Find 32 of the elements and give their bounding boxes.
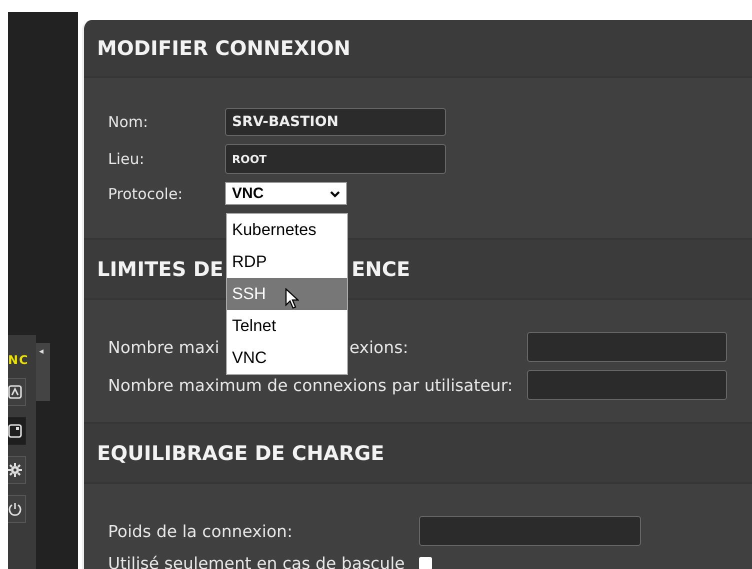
power-icon: [8, 501, 23, 517]
dropdown-option[interactable]: Telnet: [227, 310, 347, 342]
section-title: ENCE: [351, 257, 410, 281]
text-field[interactable]: ROOT: [225, 144, 446, 174]
checkbox[interactable]: [418, 557, 432, 569]
text-field[interactable]: SRV-BASTION: [225, 108, 446, 136]
protocol-select[interactable]: VNC: [225, 182, 347, 205]
text-field[interactable]: [526, 332, 727, 362]
field-label: Lieu:: [108, 150, 146, 168]
text-field[interactable]: [418, 516, 641, 546]
mouse-cursor-icon: [285, 288, 299, 310]
field-label: Protocole:: [108, 184, 184, 202]
field-label: Nombre maxi: [108, 338, 220, 356]
field-label: exions:: [349, 338, 408, 356]
dialog-title: MODIFIER CONNEXION: [97, 36, 350, 60]
section-title: LIMITES DE: [97, 257, 224, 281]
field-label: Nombre maximum de connexions par utilisateur:: [108, 376, 513, 394]
settings-icon: [8, 462, 23, 478]
chart-icon: [8, 384, 23, 400]
dropdown-option[interactable]: RDP: [227, 246, 347, 278]
collapse-tab[interactable]: ◂: [36, 343, 50, 401]
text-field[interactable]: [526, 370, 727, 400]
field-label: Utilisé seulement en cas de bascule: [108, 554, 405, 569]
logo-text: NC: [8, 353, 29, 367]
section-title: EQUILIBRAGE DE CHARGE: [97, 441, 384, 465]
dropdown-option[interactable]: SSH: [227, 278, 347, 310]
dropdown-option[interactable]: VNC: [227, 342, 347, 374]
caret-icon: [330, 190, 340, 198]
field-label: Poids de la connexion:: [108, 522, 293, 540]
dropdown-option[interactable]: Kubernetes: [227, 214, 347, 246]
field-label: Nom:: [108, 113, 150, 131]
window-icon: [8, 423, 23, 439]
